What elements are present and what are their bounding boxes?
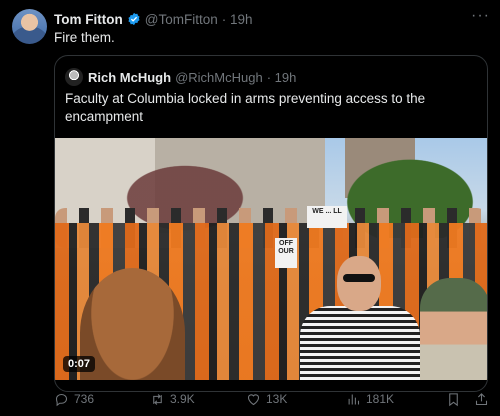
reply-count: 736 [74, 392, 95, 406]
quoted-author-name: Rich McHugh [88, 69, 172, 85]
bookmark-icon [449, 392, 458, 406]
bookmark-button[interactable] [446, 392, 466, 407]
reply-icon [55, 393, 68, 406]
verified-badge-icon [128, 12, 140, 26]
quoted-tweet[interactable]: Rich McHugh @RichMcHugh · 19h Faculty at… [54, 55, 488, 392]
quoted-tweet-text: Faculty at Columbia locked in arms preve… [65, 91, 426, 124]
retweet-icon [153, 393, 162, 405]
protest-sign: OFF OUR [275, 238, 297, 268]
retweet-button[interactable]: 3.9K [150, 392, 195, 407]
video-duration-badge: 0:07 [63, 356, 96, 372]
like-button[interactable]: 13K [246, 392, 287, 407]
author-avatar[interactable] [12, 9, 47, 44]
video-scene-person [295, 256, 425, 380]
more-options-icon[interactable]: ··· [471, 7, 490, 25]
retweet-count: 3.9K [170, 392, 195, 406]
video-scene-person [420, 278, 487, 380]
tweet-text: Fire them. [54, 30, 115, 45]
share-icon [475, 392, 488, 405]
like-icon [247, 393, 260, 405]
views-icon [348, 394, 360, 404]
views-count: 181K [366, 392, 395, 406]
quoted-tweet-header: Rich McHugh @RichMcHugh · 19h [65, 68, 296, 86]
tweet-header: Tom Fitton @TomFitton · 19h ··· [54, 7, 490, 28]
like-count: 13K [266, 392, 288, 406]
reply-button[interactable]: 736 [54, 392, 94, 407]
tweet-actions-bar: 736 3.9K 13K 181K [54, 390, 490, 408]
video-player[interactable]: WE ... LL OFF OUR 0:07 [55, 138, 487, 380]
author-handle[interactable]: @TomFitton [145, 12, 218, 27]
quoted-author-avatar [65, 68, 83, 86]
tweet-time[interactable]: · 19h [222, 12, 253, 27]
protest-sign: WE ... LL [307, 206, 347, 228]
share-button[interactable] [474, 392, 494, 407]
quoted-author-handle: @RichMcHugh [175, 69, 263, 85]
author-name[interactable]: Tom Fitton [54, 12, 123, 27]
quoted-tweet-time: · 19h [266, 69, 297, 85]
views-button[interactable]: 181K [346, 392, 394, 407]
